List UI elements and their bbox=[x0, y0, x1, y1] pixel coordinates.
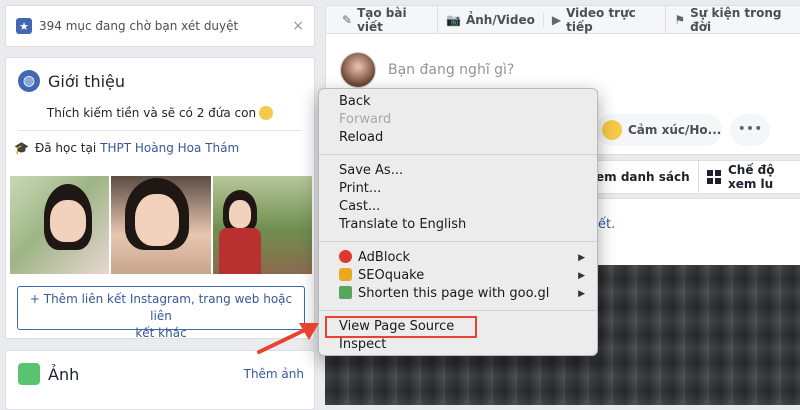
graduation-cap-icon: 🎓 bbox=[14, 141, 29, 155]
tab-label: Ảnh/Video bbox=[465, 12, 535, 27]
more-options-button[interactable]: ••• bbox=[730, 114, 770, 146]
seoquake-icon bbox=[339, 268, 352, 281]
globe-icon: ◍ bbox=[18, 70, 40, 92]
featured-photo-3[interactable] bbox=[212, 176, 312, 274]
education-prefix: Đã học tại bbox=[34, 141, 97, 155]
pending-review-text[interactable]: 394 mục đang chờ bạn xét duyệt bbox=[39, 19, 292, 33]
education-row: 🎓 Đã học tại THPT Hoàng Hoa Thám bbox=[6, 131, 314, 155]
featured-photo-2[interactable] bbox=[111, 176, 211, 274]
live-video-icon: ▶ bbox=[551, 12, 562, 27]
view-mode-button[interactable]: Chế độ xem lu bbox=[698, 160, 800, 194]
menu-item-label: Shorten this page with goo.gl bbox=[358, 286, 550, 301]
avatar[interactable] bbox=[340, 52, 376, 88]
submenu-arrow-icon: ▶ bbox=[578, 289, 585, 299]
school-link[interactable]: THPT Hoàng Hoa Thám bbox=[100, 141, 239, 155]
photos-title: Ảnh bbox=[48, 364, 80, 384]
intro-title: Giới thiệu bbox=[48, 71, 126, 91]
menu-item-seoquake[interactable]: SEOquake ▶ bbox=[319, 267, 597, 285]
tab-label: Sự kiện trong đời bbox=[690, 5, 782, 34]
context-menu: Back Forward Reload Save As... Print... … bbox=[318, 88, 598, 356]
star-icon: ★ bbox=[16, 18, 32, 34]
menu-item-cast[interactable]: Cast... bbox=[319, 198, 597, 216]
tab-label: Tạo bài viết bbox=[357, 5, 407, 34]
tab-life-event[interactable]: ⚑ Sự kiện trong đời bbox=[666, 6, 800, 34]
view-list-button[interactable]: em danh sách bbox=[596, 170, 690, 184]
submenu-arrow-icon: ▶ bbox=[578, 253, 585, 263]
menu-item-save-as[interactable]: Save As... bbox=[319, 162, 597, 180]
red-pointer-arrow-icon bbox=[257, 323, 319, 354]
smile-emoji-icon bbox=[602, 120, 622, 140]
camera-icon: 📷 bbox=[446, 12, 461, 27]
photos-card: Ảnh Thêm ảnh bbox=[5, 350, 315, 410]
menu-item-inspect[interactable]: Inspect bbox=[319, 336, 597, 354]
intro-bio: Thích kiếm tiền và sẽ có 2 đứa con bbox=[6, 106, 314, 120]
menu-item-reload[interactable]: Reload bbox=[319, 129, 597, 147]
add-photo-link[interactable]: Thêm ảnh bbox=[244, 367, 304, 381]
tab-create-post[interactable]: ✎ Tạo bài viết bbox=[334, 5, 438, 34]
tab-label: Video trực tiếp bbox=[566, 5, 636, 34]
pencil-icon: ✎ bbox=[342, 12, 353, 27]
menu-item-forward: Forward bbox=[339, 112, 392, 127]
tab-live-video[interactable]: ▶ Video trực tiếp bbox=[544, 5, 667, 34]
menu-item-label: SEOquake bbox=[358, 268, 425, 283]
menu-item-shorten-url[interactable]: Shorten this page with goo.gl ▶ bbox=[319, 285, 597, 303]
composer-tabs: ✎ Tạo bài viết 📷 Ảnh/Video ▶ Video trực tiế… bbox=[326, 5, 800, 34]
grid-icon bbox=[707, 170, 721, 184]
menu-item-translate[interactable]: Translate to English bbox=[319, 216, 597, 234]
feeling-button[interactable]: Cảm xúc/Ho... bbox=[596, 114, 722, 146]
tab-photo-video[interactable]: 📷 Ảnh/Video bbox=[438, 12, 544, 27]
view-mode-label: Chế độ xem lu bbox=[728, 163, 775, 191]
post-input[interactable]: Bạn đang nghĩ gì? bbox=[388, 62, 514, 78]
close-icon[interactable]: × bbox=[292, 18, 304, 34]
menu-item-view-page-source[interactable]: View Page Source bbox=[325, 316, 477, 338]
featured-photos bbox=[10, 176, 312, 274]
menu-item-back[interactable]: Back bbox=[319, 93, 597, 111]
pending-review-bar[interactable]: ★ 394 mục đang chờ bạn xét duyệt × bbox=[5, 5, 315, 47]
menu-divider bbox=[319, 241, 597, 242]
submenu-arrow-icon: ▶ bbox=[578, 271, 585, 281]
intro-card: ◍ Giới thiệu Thích kiếm tiền và sẽ có 2 … bbox=[5, 57, 315, 340]
menu-divider bbox=[319, 310, 597, 311]
smile-emoji-icon bbox=[259, 106, 274, 120]
flag-icon: ⚑ bbox=[674, 12, 686, 27]
goo-gl-icon bbox=[339, 286, 352, 299]
menu-divider bbox=[319, 154, 597, 155]
photo-icon bbox=[18, 363, 40, 385]
feeling-label: Cảm xúc/Ho... bbox=[628, 123, 722, 137]
menu-item-label: AdBlock bbox=[358, 250, 411, 265]
featured-photo-1[interactable] bbox=[10, 176, 110, 274]
menu-item-print[interactable]: Print... bbox=[319, 180, 597, 198]
menu-item-adblock[interactable]: AdBlock ▶ bbox=[319, 249, 597, 267]
bio-text: Thích kiếm tiền và sẽ có 2 đứa con bbox=[46, 106, 257, 120]
post-trailing-link[interactable]: ết. bbox=[598, 217, 615, 232]
adblock-icon bbox=[339, 250, 352, 263]
